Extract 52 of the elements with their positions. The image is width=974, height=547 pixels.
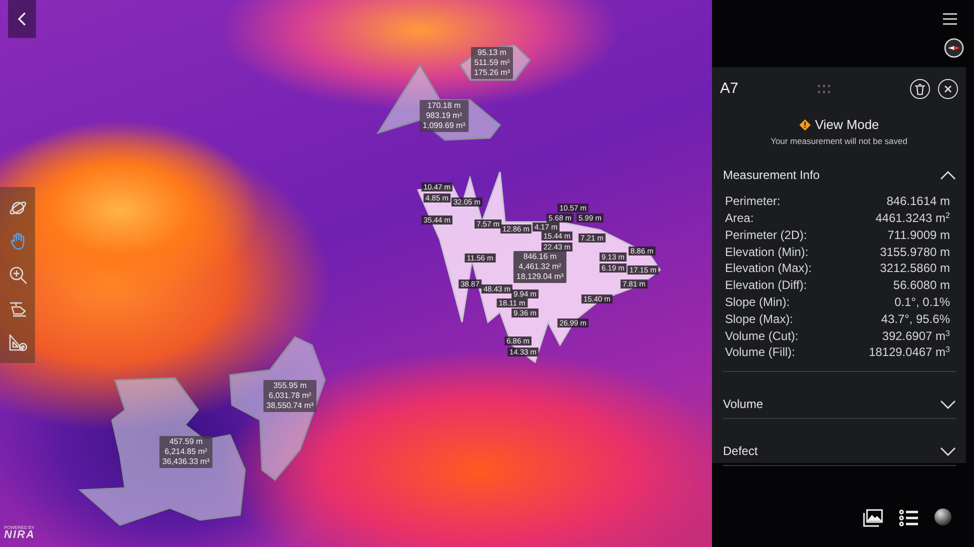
info-value: 711.9009 m	[888, 226, 950, 244]
info-value: 4461.3243 m$^{2}$	[875, 210, 950, 227]
measurement-area[interactable]	[229, 336, 326, 482]
sphere-icon[interactable]	[934, 508, 952, 526]
close-button[interactable]	[938, 79, 958, 99]
info-label: Area:	[725, 210, 754, 227]
info-label: Slope (Max):	[725, 310, 794, 328]
measurement-area[interactable]	[458, 44, 531, 81]
measurement-label: 846.16 m 4,461.32 m² 18,129.04 m³	[513, 251, 567, 283]
info-value: 56.6080 m	[893, 277, 950, 294]
info-value: 3212.5860 m	[880, 260, 950, 278]
info-label: Slope (Min):	[725, 294, 790, 311]
info-label: Elevation (Min):	[725, 244, 808, 260]
info-value: 43.7°, 95.6%	[881, 310, 950, 328]
info-label: Perimeter (2D):	[725, 226, 808, 244]
menu-icon[interactable]	[943, 13, 957, 25]
measurement-label: 355.95 m 6,031.78 m² 38,550.74 m³	[263, 380, 317, 412]
info-value: 18129.0467 m$^{3}$	[868, 344, 950, 362]
chevron-down-icon	[940, 446, 956, 456]
back-chevron-icon	[16, 11, 28, 27]
measurement-label: 95.13 m 511.59 m² 175.26 m³	[470, 47, 514, 79]
chevron-down-icon	[940, 400, 956, 409]
section-header[interactable]: Defect	[723, 437, 956, 466]
info-value: 392.6907 m$^{3}$	[882, 328, 950, 344]
trash-icon	[914, 84, 925, 94]
info-value: 3155.9780 m	[880, 244, 950, 260]
mode-note: Your measurement will not be saved	[770, 134, 908, 148]
ruler-triangle-icon[interactable]	[8, 332, 28, 352]
info-label: Volume (Fill):	[725, 344, 796, 362]
close-icon	[944, 85, 952, 93]
info-value: 846.1614 m	[886, 193, 950, 210]
drag-handle-icon[interactable]	[817, 84, 832, 94]
info-label: Volume (Cut):	[725, 328, 798, 344]
section-header[interactable]: Measurement Info	[723, 161, 956, 190]
brand-logo: NIRA	[4, 530, 35, 541]
measurement-label: 170.18 m 983.19 m² 1,099.69 m³	[420, 100, 468, 132]
image-gallery-icon[interactable]	[863, 509, 883, 527]
info-label: Perimeter:	[725, 193, 780, 210]
measurement-area[interactable]	[78, 377, 246, 526]
info-value: 0.1°, 0.1%	[894, 294, 950, 311]
info-label: Elevation (Diff):	[725, 277, 807, 294]
measurement-label: 457.59 m 6,214.85 m² 36,436.33 m³	[159, 436, 213, 468]
back-button[interactable]	[8, 0, 36, 38]
info-label: Elevation (Max):	[725, 260, 812, 278]
section-header[interactable]: Volume	[723, 390, 956, 418]
list-icon[interactable]	[899, 509, 919, 527]
zoom-in-icon[interactable]	[8, 264, 28, 285]
compass-icon[interactable]	[944, 38, 964, 58]
panel-title: A7	[720, 78, 738, 99]
chevron-up-icon	[940, 170, 956, 180]
delete-button[interactable]	[910, 79, 930, 99]
mode-title: View Mode	[814, 116, 880, 134]
